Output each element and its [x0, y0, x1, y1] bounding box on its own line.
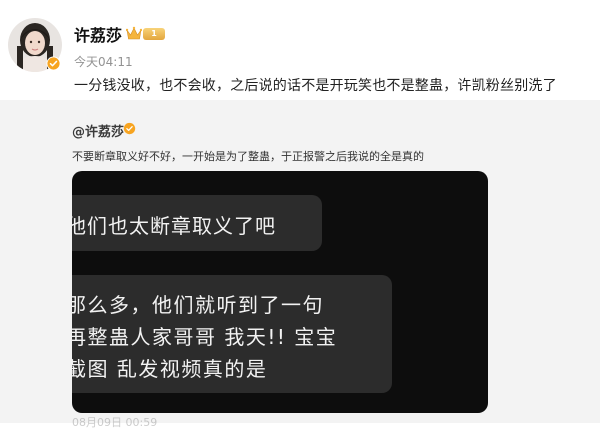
quoted-author[interactable]: @许荔莎 — [72, 121, 124, 140]
quoted-text: 不要断章取义好不好，一开始是为了整蛊，于正报警之后我说的全是真的 — [72, 150, 424, 163]
post-header: 许荔莎 1 今天04:11 一分钱没收，也不会收，之后说的话不是开玩笑也不是整蛊… — [0, 0, 600, 100]
verified-badge-icon — [123, 122, 136, 135]
username[interactable]: 许荔莎 — [74, 22, 122, 46]
quoted-timestamp: 08月09日 00:59 — [72, 416, 158, 429]
post-text: 一分钱没收，也不会收，之后说的话不是开玩笑也不是整蛊，许凯粉丝别洗了 — [74, 78, 557, 94]
verified-badge-icon — [46, 56, 61, 71]
crown-icon — [126, 26, 142, 40]
post-timestamp[interactable]: 今天04:11 — [74, 53, 133, 70]
level-value: 1 — [151, 29, 157, 38]
chat-bubble-line: 再整蛊人家哥哥 我天!! 宝宝 — [72, 325, 338, 349]
chat-bubble-text: 他们也太断章取义了吧 — [72, 214, 276, 238]
chat-bubble-line: 截图 乱发视频真的是 — [72, 357, 268, 381]
chat-bubble-line: 那么多，他们就听到了一句 — [72, 293, 324, 317]
chat-screenshot-image[interactable]: 他们也太断章取义了吧 那么多，他们就听到了一句 再整蛊人家哥哥 我天!! 宝宝 … — [72, 171, 488, 413]
level-badge: 1 — [143, 28, 165, 40]
chat-bubble: 那么多，他们就听到了一句 再整蛊人家哥哥 我天!! 宝宝 截图 乱发视频真的是 — [72, 275, 392, 393]
chat-bubble: 他们也太断章取义了吧 — [72, 195, 322, 251]
